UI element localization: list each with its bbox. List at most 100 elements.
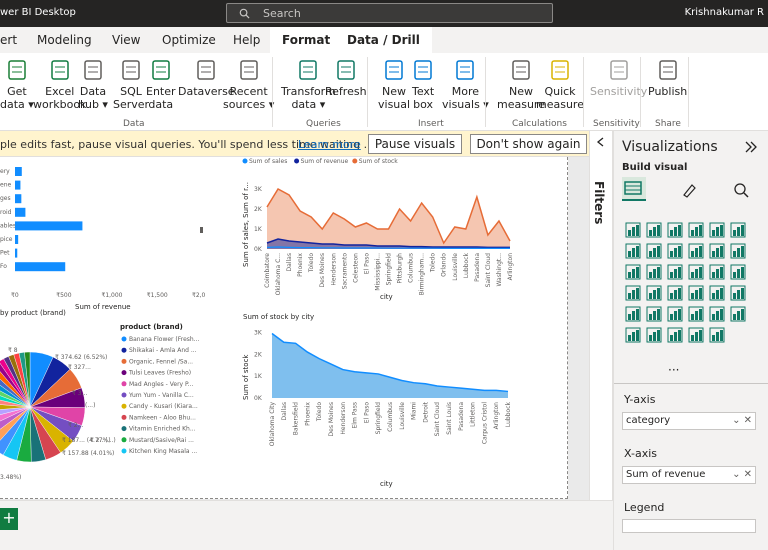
x-tick-label: El Paso	[363, 253, 370, 275]
map-icon[interactable]	[624, 284, 642, 302]
x-tick-label: El Paso	[363, 402, 370, 424]
kpi-icon[interactable]	[729, 284, 747, 302]
x-tick-label: Littleton	[470, 402, 477, 427]
ribbon-button-more[interactable]: More visuals ▾	[442, 57, 489, 111]
legend-item: Shikakai - Amla And ...	[129, 347, 197, 354]
donut-icon[interactable]	[708, 263, 726, 281]
expand-double-chevron-icon[interactable]	[744, 141, 758, 153]
tab-insert[interactable]: ert	[0, 33, 17, 47]
ribbon-group-label: Data	[123, 119, 145, 129]
line-column-icon[interactable]	[687, 242, 705, 260]
ribbon-button-publish[interactable]: Publish	[648, 57, 687, 98]
ribbon-label: hub ▾	[78, 98, 108, 111]
page-tabs-bar: +	[0, 500, 613, 550]
tab-view[interactable]: View	[112, 33, 140, 47]
remove-field-icon[interactable]: ⌄ ✕	[732, 413, 752, 429]
100-column-icon[interactable]	[729, 221, 747, 239]
format-brush-icon[interactable]	[680, 181, 698, 199]
collapse-chevron-icon[interactable]	[595, 136, 607, 148]
multirow-card-icon[interactable]	[708, 284, 726, 302]
ribbon-button-get[interactable]: Get data ▾	[0, 57, 34, 111]
clustered-bar-icon[interactable]	[666, 221, 684, 239]
dont-show-again-button[interactable]: Don't show again	[470, 134, 587, 154]
scatter-icon[interactable]	[666, 263, 684, 281]
legend-item: Vitamin Enriched Kh...	[129, 426, 196, 433]
tab-format[interactable]: Format	[270, 27, 343, 53]
x-tick-label: ₹2,000	[192, 292, 205, 299]
search-box[interactable]: Search	[226, 3, 553, 23]
waterfall-icon[interactable]	[624, 263, 642, 281]
pie-chart[interactable]: by product (brand) product (brand) Banana …	[0, 307, 200, 497]
ribbon-group-label: Insert	[418, 119, 444, 129]
clustered-column-icon[interactable]	[687, 221, 705, 239]
tab-help[interactable]: Help	[233, 33, 260, 47]
line-icon[interactable]	[624, 242, 642, 260]
user-name[interactable]: Krishnakumar R	[685, 7, 764, 18]
xaxis-field-well[interactable]: Sum of revenue ⌄ ✕	[622, 466, 756, 484]
filters-pane[interactable]: Filters	[589, 131, 613, 500]
power-apps-icon[interactable]	[708, 326, 726, 344]
ribbon-button-data[interactable]: Data hub ▾	[78, 57, 108, 111]
ribbon-button-text[interactable]: Text box	[412, 57, 434, 111]
remove-field-icon[interactable]: ⌄ ✕	[732, 467, 752, 483]
xaxis-label: X-axis	[624, 447, 657, 460]
refresh-icon	[335, 57, 357, 83]
funnel-icon[interactable]	[645, 263, 663, 281]
key-influencers-icon[interactable]	[729, 305, 747, 323]
tab-optimize[interactable]: Optimize	[162, 33, 216, 47]
tab-data-drill[interactable]: Data / Drill	[335, 27, 432, 53]
more-visuals-ellipsis[interactable]: ···	[668, 363, 679, 377]
python-visual-icon[interactable]	[708, 305, 726, 323]
gauge-icon[interactable]	[666, 284, 684, 302]
ribbon-label: Recent	[229, 85, 268, 98]
ribbon-icon[interactable]	[729, 242, 747, 260]
stacked-area-icon[interactable]	[666, 242, 684, 260]
line-chart[interactable]: Sum of sales Sum of revenue Sum of stock 0K…	[240, 157, 515, 307]
stacked-bar-icon[interactable]	[624, 221, 642, 239]
paginated-icon[interactable]	[687, 326, 705, 344]
line-clustered-icon[interactable]	[708, 242, 726, 260]
tab-modeling[interactable]: Modeling	[37, 33, 92, 47]
area-chart[interactable]: Sum of stock by city 0K 1K 2K 3K Sum of stock…	[240, 310, 515, 496]
treemap-icon[interactable]	[729, 263, 747, 281]
x-tick-label: Coimbatore	[264, 253, 271, 288]
ribbon-button-sql[interactable]: SQL Server	[113, 57, 149, 111]
card-icon[interactable]	[687, 284, 705, 302]
add-page-button[interactable]: +	[0, 508, 18, 530]
bar-chart[interactable]: ery ene ges roid ables pice Pet Fo ₹0 ₹500 ₹1,000 ₹…	[0, 157, 205, 315]
slicer-icon[interactable]	[624, 305, 642, 323]
learn-more-link[interactable]: Learn more	[298, 138, 361, 151]
analytics-icon[interactable]	[732, 181, 750, 199]
ribbon-button-new[interactable]: New visual	[378, 57, 410, 111]
x-axis-title: city	[380, 293, 393, 301]
pie-icon[interactable]	[687, 263, 705, 281]
filled-map-icon[interactable]	[645, 284, 663, 302]
app-title: wer BI Desktop	[0, 7, 76, 18]
build-visual-tab[interactable]	[622, 177, 646, 201]
narrative-icon[interactable]	[666, 326, 684, 344]
x-tick-label: Saint Louis	[446, 402, 453, 435]
stacked-column-icon[interactable]	[645, 221, 663, 239]
legend-field-well[interactable]	[622, 519, 756, 533]
ribbon-button-refresh[interactable]: Refresh	[325, 57, 367, 98]
decomposition-icon[interactable]	[624, 326, 642, 344]
ribbon-label: data	[148, 98, 174, 111]
table-icon[interactable]	[645, 305, 663, 323]
yaxis-field-well[interactable]: category ⌄ ✕	[622, 412, 756, 430]
ribbon-button-quick[interactable]: Quick measure	[536, 57, 584, 111]
r-visual-icon[interactable]	[687, 305, 705, 323]
pause-visuals-button[interactable]: Pause visuals	[368, 134, 462, 154]
ribbon-button-enter[interactable]: Enter data	[146, 57, 176, 111]
ribbon-button-sensitivity[interactable]: Sensitivity	[590, 57, 647, 98]
ribbon-button-recent[interactable]: Recent sources ▾	[223, 57, 274, 111]
grid-fields-icon	[624, 181, 642, 195]
x-axis-title: city	[380, 480, 393, 488]
area-icon[interactable]	[645, 242, 663, 260]
legend-item: Mad Angles - Very P...	[129, 381, 194, 388]
100-bar-icon[interactable]	[708, 221, 726, 239]
x-tick-label: Louisville	[399, 402, 406, 430]
qa-icon[interactable]	[645, 326, 663, 344]
legend-item: Namkeen - Aloo Bhu...	[129, 414, 196, 421]
matrix-icon[interactable]	[666, 305, 684, 323]
ribbon-label: box	[413, 98, 434, 111]
